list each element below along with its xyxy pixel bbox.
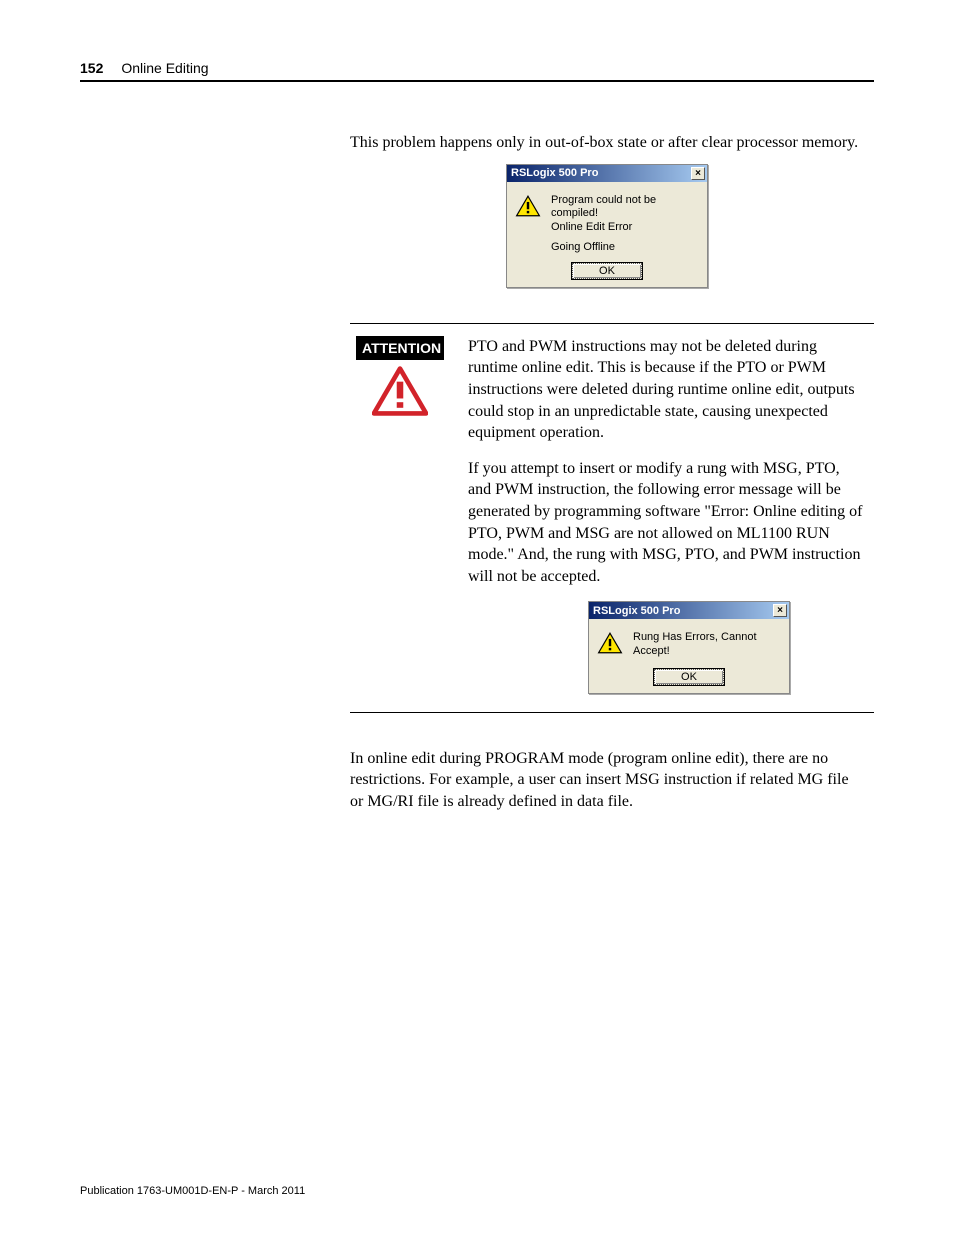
ok-button[interactable]: OK bbox=[572, 263, 642, 279]
dialog-compile-error: RSLogix 500 Pro × Program could not be c… bbox=[506, 164, 708, 288]
dialog-message-line3: Going Offline bbox=[551, 241, 699, 253]
page-header: 152 Online Editing bbox=[80, 60, 874, 82]
intro-paragraph: This problem happens only in out-of-box … bbox=[350, 132, 864, 154]
publication-footer: Publication 1763-UM001D-EN-P - March 201… bbox=[80, 1185, 305, 1197]
close-icon[interactable]: × bbox=[773, 604, 787, 617]
close-icon[interactable]: × bbox=[691, 167, 705, 180]
dialog-message-line1: Program could not be compiled! bbox=[551, 194, 699, 222]
attention-label: ATTENTION bbox=[356, 336, 444, 360]
dialog-message-line2: Online Edit Error bbox=[551, 221, 699, 235]
outro-paragraph: In online edit during PROGRAM mode (prog… bbox=[350, 748, 864, 813]
warning-icon bbox=[515, 194, 541, 218]
dialog-rung-errors: RSLogix 500 Pro × Rung Has Errors, Canno… bbox=[588, 601, 790, 694]
dialog-message: Rung Has Errors, Cannot Accept! bbox=[633, 631, 781, 659]
attention-warning-icon bbox=[372, 366, 428, 416]
ok-button[interactable]: OK bbox=[654, 669, 724, 685]
dialog-title-text: RSLogix 500 Pro bbox=[511, 167, 598, 179]
page-number: 152 bbox=[80, 60, 103, 76]
attention-paragraph-1: PTO and PWM instructions may not be dele… bbox=[468, 336, 864, 444]
attention-block: ATTENTION PTO and PWM instructions may n… bbox=[350, 323, 874, 713]
dialog-titlebar: RSLogix 500 Pro × bbox=[589, 602, 789, 619]
dialog-titlebar: RSLogix 500 Pro × bbox=[507, 165, 707, 182]
warning-icon bbox=[597, 631, 623, 655]
attention-paragraph-2: If you attempt to insert or modify a run… bbox=[468, 458, 864, 588]
section-title: Online Editing bbox=[121, 60, 208, 76]
dialog-title-text: RSLogix 500 Pro bbox=[593, 605, 680, 617]
